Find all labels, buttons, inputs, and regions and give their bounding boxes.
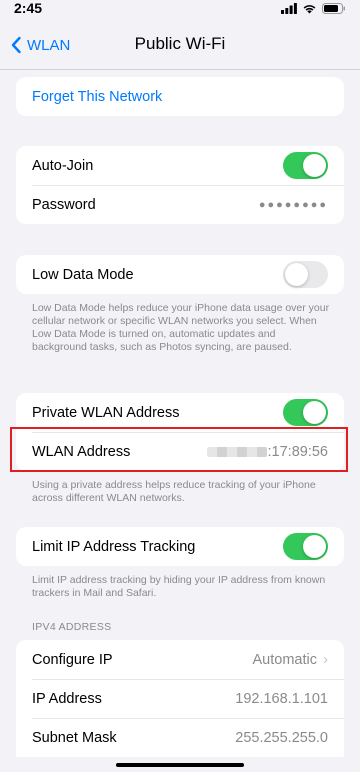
forget-network-label: Forget This Network [32,88,163,105]
cellular-signal-icon [281,3,297,14]
ipv4-group: Configure IP Automatic › IP Address 192.… [16,640,344,757]
auto-join-row: Auto-Join [16,146,344,185]
ip-address-value: 192.168.1.101 [235,690,328,707]
low-data-group: Low Data Mode [16,255,344,294]
battery-icon [322,3,345,14]
auto-join-toggle[interactable] [283,152,328,179]
subnet-mask-row: Subnet Mask 255.255.255.0 [16,718,344,757]
limit-ip-group: Limit IP Address Tracking [16,527,344,566]
subnet-mask-value: 255.255.255.0 [235,729,328,746]
configure-ip-label: Configure IP [32,651,113,668]
join-group: Auto-Join Password ●●●●●●●● [16,146,344,224]
private-address-footnote: Using a private address helps reduce tra… [32,479,316,504]
wifi-icon [303,5,316,14]
low-data-row: Low Data Mode [16,255,344,294]
page-title: Public Wi-Fi [134,34,226,53]
highlight-box [10,427,348,472]
status-bar: 2:45 [0,0,360,22]
ip-address-label: IP Address [32,690,102,707]
forget-group: Forget This Network [16,77,344,116]
low-data-toggle[interactable] [283,261,328,288]
toggle-knob [303,535,326,558]
forget-network-button[interactable]: Forget This Network [16,77,344,116]
private-address-label: Private WLAN Address [32,404,180,421]
configure-ip-row[interactable]: Configure IP Automatic › [16,640,344,679]
subnet-mask-label: Subnet Mask [32,729,117,746]
toggle-knob [285,263,308,286]
private-address-toggle[interactable] [283,399,328,426]
status-icons [281,3,346,14]
limit-ip-row: Limit IP Address Tracking [16,527,344,566]
ip-address-row: IP Address 192.168.1.101 [16,679,344,718]
auto-join-label: Auto-Join [32,157,94,174]
limit-ip-toggle[interactable] [283,533,328,560]
navigation-bar: WLAN Public Wi-Fi [0,22,360,70]
ipv4-section-header: IPV4 ADDRESS [32,621,112,633]
home-indicator [116,763,244,767]
limit-ip-label: Limit IP Address Tracking [32,538,196,555]
configure-ip-value: Automatic [252,651,317,668]
chevron-right-icon: › [323,651,328,668]
password-row[interactable]: Password ●●●●●●●● [16,185,344,224]
toggle-knob [303,154,326,177]
password-value: ●●●●●●●● [258,198,328,211]
limit-ip-footnote: Limit IP address tracking by hiding your… [32,574,326,599]
toggle-knob [303,401,326,424]
low-data-label: Low Data Mode [32,266,134,283]
low-data-footnote: Low Data Mode helps reduce your iPhone d… [32,302,330,353]
status-time: 2:45 [14,0,43,16]
password-label: Password [32,196,96,213]
